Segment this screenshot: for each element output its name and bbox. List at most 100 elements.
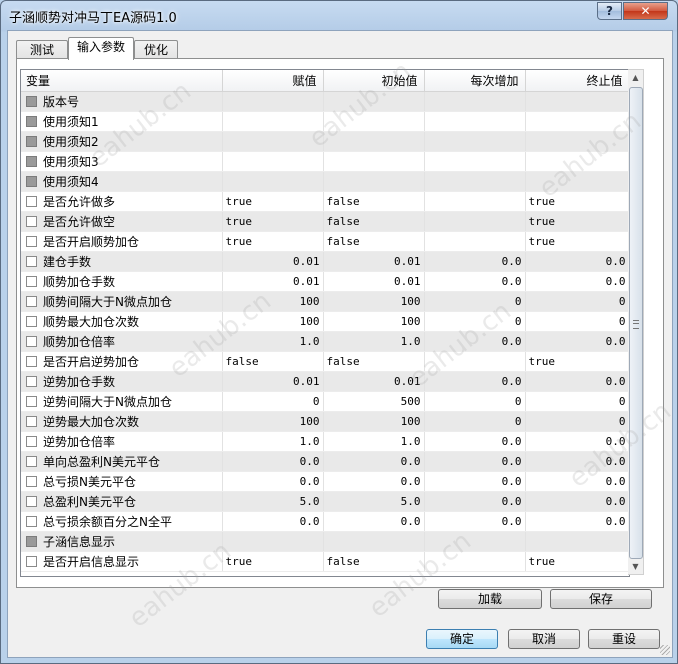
param-name-cell[interactable]: 逆势加仓倍率 <box>21 431 223 452</box>
param-start-cell[interactable]: 0.01 <box>323 371 425 392</box>
param-step-cell[interactable]: 0.0 <box>424 451 526 472</box>
tab-optimization[interactable]: 优化 <box>134 40 178 59</box>
param-name-cell[interactable]: 是否开启信息显示 <box>21 551 223 572</box>
reset-button[interactable]: 重设 <box>588 629 660 649</box>
param-value-cell[interactable]: 0.0 <box>222 471 324 492</box>
param-value-cell[interactable] <box>222 531 324 552</box>
param-step-cell[interactable] <box>424 91 526 112</box>
param-value-cell[interactable]: 0.01 <box>222 271 324 292</box>
optimize-checkbox[interactable] <box>26 296 37 307</box>
table-row[interactable]: 是否开启顺势加仓 true false true <box>21 231 629 252</box>
param-name-cell[interactable]: 是否允许做多 <box>21 191 223 212</box>
param-value-cell[interactable]: 1.0 <box>222 331 324 352</box>
title-bar[interactable]: 子涵顺势对冲马丁EA源码1.0 ? ✕ <box>1 1 677 29</box>
param-step-cell[interactable] <box>424 111 526 132</box>
scroll-down-icon[interactable]: ▼ <box>628 559 643 574</box>
scroll-up-icon[interactable]: ▲ <box>628 70 643 85</box>
param-start-cell[interactable]: 1.0 <box>323 331 425 352</box>
param-step-cell[interactable]: 0.0 <box>424 431 526 452</box>
optimize-checkbox[interactable] <box>26 236 37 247</box>
param-start-cell[interactable]: false <box>323 351 425 372</box>
optimize-checkbox[interactable] <box>26 416 37 427</box>
optimize-checkbox[interactable] <box>26 556 37 567</box>
column-header-step[interactable]: 每次增加 <box>424 70 526 92</box>
param-value-cell[interactable] <box>222 151 324 172</box>
table-row[interactable]: 总亏损N美元平仓 0.0 0.0 0.0 0.0 <box>21 471 629 492</box>
param-start-cell[interactable]: false <box>323 191 425 212</box>
optimize-checkbox[interactable] <box>26 316 37 327</box>
param-stop-cell[interactable]: 0.0 <box>525 331 629 352</box>
param-step-cell[interactable] <box>424 211 526 232</box>
param-name-cell[interactable]: 顺势加仓手数 <box>21 271 223 292</box>
param-stop-cell[interactable]: true <box>525 551 629 572</box>
optimize-checkbox[interactable] <box>26 396 37 407</box>
param-stop-cell[interactable]: true <box>525 351 629 372</box>
close-button[interactable]: ✕ <box>623 2 668 20</box>
param-start-cell[interactable]: false <box>323 211 425 232</box>
table-row[interactable]: 子涵信息显示 <box>21 531 629 552</box>
param-start-cell[interactable] <box>323 171 425 192</box>
param-value-cell[interactable] <box>222 171 324 192</box>
param-stop-cell[interactable] <box>525 111 629 132</box>
param-value-cell[interactable]: 5.0 <box>222 491 324 512</box>
param-name-cell[interactable]: 单向总盈利N美元平仓 <box>21 451 223 472</box>
table-row[interactable]: 顺势加仓倍率 1.0 1.0 0.0 0.0 <box>21 331 629 352</box>
param-stop-cell[interactable]: true <box>525 191 629 212</box>
param-step-cell[interactable] <box>424 351 526 372</box>
param-name-cell[interactable]: 是否允许做空 <box>21 211 223 232</box>
table-row[interactable]: 是否允许做空 true false true <box>21 211 629 232</box>
param-stop-cell[interactable]: true <box>525 231 629 252</box>
param-stop-cell[interactable]: 0.0 <box>525 511 629 532</box>
param-stop-cell[interactable]: 0.0 <box>525 471 629 492</box>
param-step-cell[interactable] <box>424 151 526 172</box>
param-start-cell[interactable] <box>323 131 425 152</box>
param-step-cell[interactable] <box>424 231 526 252</box>
scrollbar-thumb[interactable] <box>629 87 643 559</box>
tab-inputs[interactable]: 输入参数 <box>68 37 134 60</box>
param-start-cell[interactable]: 5.0 <box>323 491 425 512</box>
param-stop-cell[interactable]: 0.0 <box>525 491 629 512</box>
param-name-cell[interactable]: 总盈利N美元平仓 <box>21 491 223 512</box>
optimize-checkbox[interactable] <box>26 376 37 387</box>
param-name-cell[interactable]: 子涵信息显示 <box>21 531 223 552</box>
param-stop-cell[interactable]: 0 <box>525 391 629 412</box>
param-step-cell[interactable] <box>424 191 526 212</box>
table-row[interactable]: 单向总盈利N美元平仓 0.0 0.0 0.0 0.0 <box>21 451 629 472</box>
param-step-cell[interactable]: 0.0 <box>424 271 526 292</box>
param-step-cell[interactable]: 0.0 <box>424 471 526 492</box>
param-start-cell[interactable]: 0.0 <box>323 511 425 532</box>
cancel-button[interactable]: 取消 <box>508 629 580 649</box>
param-start-cell[interactable]: 0.01 <box>323 271 425 292</box>
optimize-checkbox[interactable] <box>26 216 37 227</box>
param-value-cell[interactable]: 0.0 <box>222 511 324 532</box>
param-step-cell[interactable] <box>424 551 526 572</box>
param-step-cell[interactable]: 0 <box>424 411 526 432</box>
param-step-cell[interactable] <box>424 171 526 192</box>
param-value-cell[interactable]: 100 <box>222 291 324 312</box>
param-step-cell[interactable] <box>424 131 526 152</box>
param-name-cell[interactable]: 是否开启顺势加仓 <box>21 231 223 252</box>
optimize-checkbox[interactable] <box>26 336 37 347</box>
param-step-cell[interactable]: 0 <box>424 291 526 312</box>
vertical-scrollbar[interactable]: ▲ ▼ <box>628 69 644 575</box>
param-start-cell[interactable]: 0.0 <box>323 451 425 472</box>
param-start-cell[interactable]: 1.0 <box>323 431 425 452</box>
optimize-checkbox[interactable] <box>26 476 37 487</box>
param-start-cell[interactable] <box>323 111 425 132</box>
param-start-cell[interactable] <box>323 151 425 172</box>
param-stop-cell[interactable]: 0.0 <box>525 451 629 472</box>
param-value-cell[interactable]: 0.01 <box>222 371 324 392</box>
param-value-cell[interactable]: true <box>222 211 324 232</box>
param-step-cell[interactable]: 0.0 <box>424 331 526 352</box>
param-name-cell[interactable]: 总亏损余额百分之N全平 <box>21 511 223 532</box>
save-button[interactable]: 保存 <box>550 589 652 609</box>
table-row[interactable]: 是否开启信息显示 true false true <box>21 551 629 572</box>
table-row[interactable]: 使用须知3 <box>21 151 629 172</box>
table-row[interactable]: 是否开启逆势加仓 false false true <box>21 351 629 372</box>
optimize-checkbox[interactable] <box>26 276 37 287</box>
param-name-cell[interactable]: 使用须知4 <box>21 171 223 192</box>
param-name-cell[interactable]: 顺势最大加仓次数 <box>21 311 223 332</box>
param-name-cell[interactable]: 逆势最大加仓次数 <box>21 411 223 432</box>
param-start-cell[interactable]: 0.0 <box>323 471 425 492</box>
table-row[interactable]: 使用须知1 <box>21 111 629 132</box>
